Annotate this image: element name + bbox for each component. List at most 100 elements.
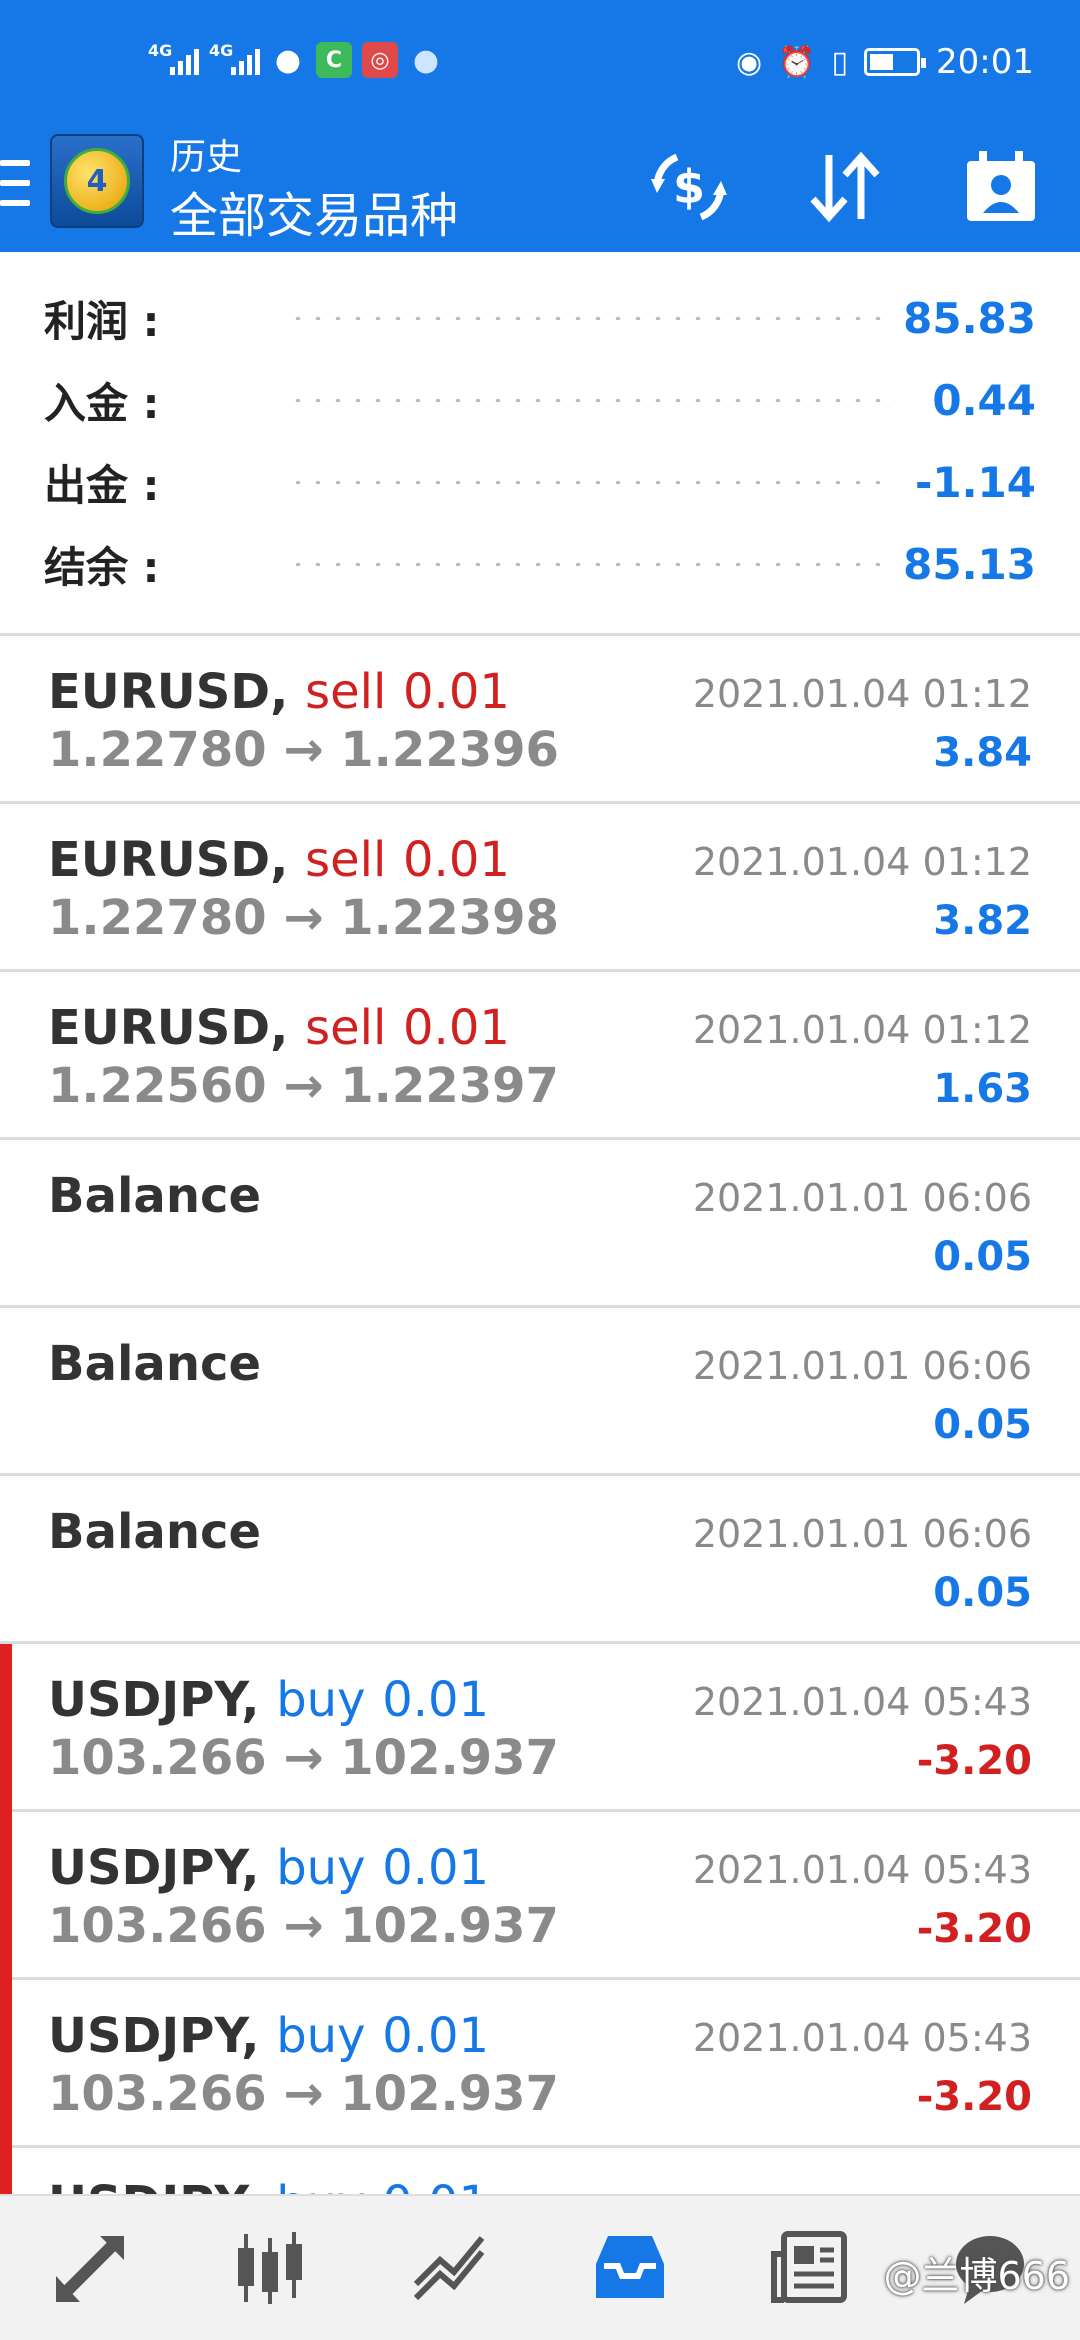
clock: 20:01 <box>936 42 1034 82</box>
deal-prices: 1.22560 → 1.22397 <box>48 1058 559 1114</box>
deal-side: sell <box>305 664 387 720</box>
weibo-icon: ◎ <box>362 42 398 78</box>
trade-line-icon <box>413 2236 485 2301</box>
nav-trade[interactable] <box>360 2196 540 2340</box>
deal-prices: 1.22780 → 1.22396 <box>48 722 559 778</box>
calendar-person-icon <box>967 151 1035 221</box>
summary-row-withdrawal: 出金 : -1.14 <box>44 452 1036 512</box>
deal-time: 2021.01.04 01:12 <box>692 672 1032 716</box>
signal-2-icon: 4G <box>209 41 260 75</box>
deal-symbol: EURUSD, <box>48 832 289 888</box>
deal-profit: 3.84 <box>933 730 1032 776</box>
battery-icon <box>864 48 927 76</box>
close-price: 102.937 <box>340 2066 559 2122</box>
deal-row[interactable]: USDJPY, buy 0.01 103.266 → 102.937 2021.… <box>0 1980 1080 2148</box>
nav-charts[interactable] <box>180 2196 360 2340</box>
deal-title: Balance <box>48 1504 261 1560</box>
deal-volume: 0.01 <box>382 1840 490 1896</box>
menu-icon[interactable] <box>0 160 30 206</box>
signal-2-label: 4G <box>209 41 234 60</box>
deal-profit: -3.20 <box>916 1906 1032 1952</box>
signal-1-label: 4G <box>148 41 173 60</box>
close-price: 102.937 <box>340 1730 559 1786</box>
symbol-filter[interactable]: 全部交易品种 <box>170 176 458 246</box>
message-bubble-icon: ● <box>412 42 440 78</box>
watermark-text: @兰博666 <box>883 2254 1070 2298</box>
deal-row[interactable]: USDJPY, buy 0.01 103.266 → 102.937 2021.… <box>0 1644 1080 1812</box>
deal-side: sell <box>305 1000 387 1056</box>
period-calendar-button[interactable] <box>956 142 1046 232</box>
wechat-icon: ● <box>274 42 302 78</box>
deal-side: buy <box>276 1840 366 1896</box>
open-price: 1.22560 <box>48 1058 267 1114</box>
deal-row[interactable]: USDJPY, buy 0.01 <box>0 2148 1080 2194</box>
dotted-leader <box>288 398 896 402</box>
sort-button[interactable] <box>800 142 890 232</box>
arrow-right-icon: → <box>283 1898 324 1954</box>
deal-profit: 0.05 <box>933 1570 1032 1616</box>
summary-label: 结余 : <box>44 542 160 592</box>
arrow-right-icon: → <box>283 890 324 946</box>
deal-time: 2021.01.04 01:12 <box>692 1008 1032 1052</box>
deal-time: 2021.01.01 06:06 <box>692 1512 1032 1556</box>
deal-row[interactable]: EURUSD, sell 0.01 1.22780 → 1.22396 2021… <box>0 636 1080 804</box>
deal-time: 2021.01.01 06:06 <box>692 1176 1032 1220</box>
deal-symbol: EURUSD, <box>48 664 289 720</box>
deal-volume: 0.01 <box>403 664 510 720</box>
balance-row[interactable]: Balance 2021.01.01 06:06 0.05 <box>0 1308 1080 1476</box>
status-bar: 4G 4G ● C ◎ ● ◉ ⏰ ▯ 20:01 <box>0 0 1080 130</box>
news-icon <box>771 2231 847 2303</box>
deal-symbol: Balance <box>48 1336 261 1392</box>
deal-side: buy <box>276 2176 365 2194</box>
close-price: 1.22396 <box>340 722 559 778</box>
arrow-right-icon: → <box>283 1058 324 1114</box>
deal-title: EURUSD, sell 0.01 <box>48 832 510 888</box>
deal-symbol: USDJPY, <box>48 2008 260 2064</box>
deal-row[interactable]: USDJPY, buy 0.01 103.266 → 102.937 2021.… <box>0 1812 1080 1980</box>
nav-news[interactable] <box>720 2196 900 2340</box>
app-header: 4 历史 全部交易品种 $ <box>0 120 1080 252</box>
deal-prices: 103.266 → 102.937 <box>48 2066 559 2122</box>
open-price: 103.266 <box>48 1730 267 1786</box>
deal-title: USDJPY, buy 0.01 <box>48 1672 489 1728</box>
deal-title: EURUSD, sell 0.01 <box>48 1000 510 1056</box>
summary-label: 入金 : <box>44 378 160 428</box>
deal-profit: 0.05 <box>933 1234 1032 1280</box>
balance-row[interactable]: Balance 2021.01.01 06:06 0.05 <box>0 1476 1080 1644</box>
deposit-withdraw-filter-button[interactable]: $ <box>644 142 734 232</box>
deal-history-list: EURUSD, sell 0.01 1.22780 → 1.22396 2021… <box>0 636 1080 2194</box>
signal-1-icon: 4G <box>148 41 199 75</box>
dotted-leader <box>288 316 884 320</box>
deal-time: 2021.01.04 05:43 <box>692 1680 1032 1724</box>
close-price: 102.937 <box>340 1898 559 1954</box>
app-c-icon: C <box>316 42 352 78</box>
alarm-icon: ⏰ <box>778 44 816 80</box>
summary-value: 85.13 <box>903 539 1036 589</box>
summary-row-deposit: 入金 : 0.44 <box>44 370 1036 430</box>
metatrader-logo: 4 <box>50 134 144 228</box>
page-title: 历史 <box>170 137 243 178</box>
deal-volume: 0.01 <box>382 2008 490 2064</box>
arrow-right-icon: → <box>283 2066 324 2122</box>
balance-row[interactable]: Balance 2021.01.01 06:06 0.05 <box>0 1140 1080 1308</box>
quotes-arrows-icon <box>56 2236 124 2302</box>
deal-prices: 1.22780 → 1.22398 <box>48 890 559 946</box>
nav-history[interactable] <box>540 2196 720 2340</box>
nav-quotes[interactable] <box>0 2196 180 2340</box>
close-price: 1.22397 <box>340 1058 559 1114</box>
deal-symbol: USDJPY, <box>48 1672 260 1728</box>
deal-symbol: EURUSD, <box>48 1000 289 1056</box>
deal-row[interactable]: EURUSD, sell 0.01 1.22780 → 1.22398 2021… <box>0 804 1080 972</box>
deal-time: 2021.01.04 05:43 <box>692 2016 1032 2060</box>
deal-title: USDJPY, buy 0.01 <box>48 2008 489 2064</box>
open-price: 103.266 <box>48 2066 267 2122</box>
deal-title: Balance <box>48 1168 261 1224</box>
arrow-right-icon: → <box>283 722 324 778</box>
status-bar-left: 4G 4G ● C ◎ ● <box>148 41 444 78</box>
deal-prices: 103.266 → 102.937 <box>48 1730 559 1786</box>
bottom-navigation: @兰博666 <box>0 2194 1080 2340</box>
deal-title: USDJPY, buy 0.01 <box>48 1840 489 1896</box>
arrow-right-icon: → <box>283 1730 324 1786</box>
deal-row[interactable]: EURUSD, sell 0.01 1.22560 → 1.22397 2021… <box>0 972 1080 1140</box>
deal-symbol: Balance <box>48 1504 261 1560</box>
